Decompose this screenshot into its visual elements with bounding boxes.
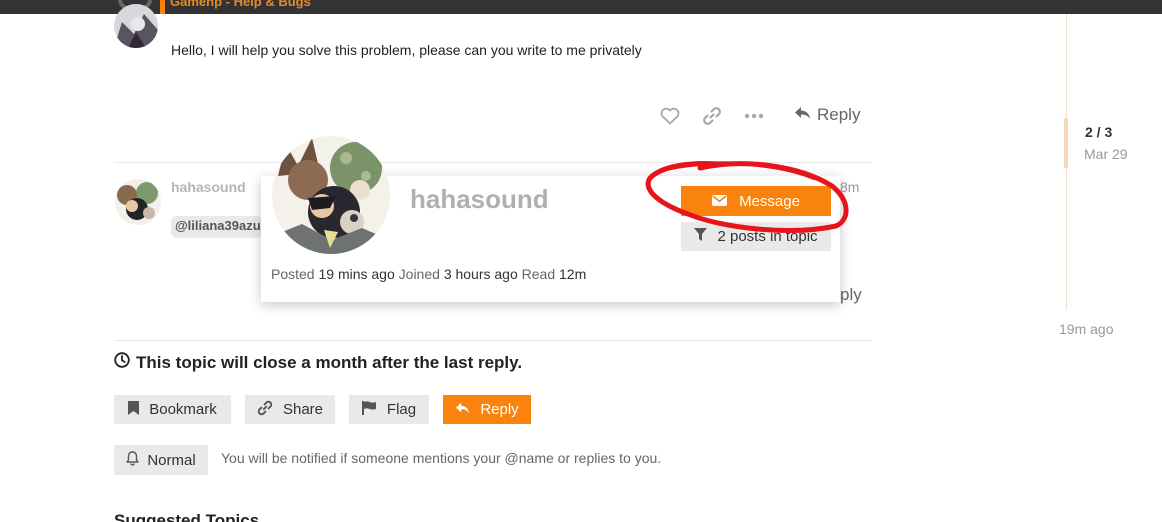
topic-reply-button[interactable]: Reply — [443, 395, 531, 424]
read-label: Read — [521, 266, 556, 282]
timeline-handle[interactable] — [1064, 118, 1068, 168]
user-card-avatar[interactable] — [272, 136, 390, 254]
post-username[interactable]: hahasound — [171, 179, 246, 195]
envelope-icon — [712, 193, 728, 210]
read-value: 12m — [559, 266, 587, 282]
flag-button[interactable]: Flag — [349, 395, 429, 424]
bookmark-button[interactable]: Bookmark — [114, 395, 231, 424]
category-color-badge — [160, 0, 165, 14]
link-icon — [257, 400, 273, 420]
user-mention[interactable]: @liliana39azu — [171, 216, 263, 238]
post-author-avatar[interactable] — [115, 179, 161, 225]
bell-icon — [126, 450, 140, 470]
joined-value: 3 hours ago — [443, 266, 518, 282]
notification-level-button[interactable]: Normal — [114, 445, 208, 475]
link-icon[interactable] — [701, 106, 723, 126]
flag-label: Flag — [386, 401, 417, 418]
post-body-text: Hello, I will help you solve this proble… — [171, 42, 642, 58]
share-button[interactable]: Share — [245, 395, 335, 424]
posted-label: Posted — [271, 266, 315, 282]
timeline-last-activity[interactable]: 19m ago — [1059, 321, 1113, 337]
site-header: Gamehp - Help & Bugs — [0, 0, 1162, 14]
reply-arrow-icon — [794, 105, 811, 125]
reply-label: Reply — [817, 105, 861, 124]
heart-icon[interactable] — [659, 106, 681, 126]
joined-label: Joined — [398, 266, 440, 282]
flag-icon — [361, 400, 377, 419]
category-breadcrumb[interactable]: Gamehp - Help & Bugs — [170, 0, 311, 9]
topic-reply-label: Reply — [480, 401, 519, 418]
ellipsis-icon[interactable] — [743, 106, 765, 126]
posted-value: 19 mins ago — [318, 266, 395, 282]
post-divider — [114, 162, 872, 163]
notification-level-label: Normal — [147, 451, 196, 469]
topic-footer-divider — [114, 340, 872, 341]
filter-posts-button[interactable]: 2 posts in topic — [681, 222, 831, 251]
share-label: Share — [282, 401, 324, 418]
suggested-topics-heading: Suggested Topics — [114, 511, 260, 522]
topic-close-notice: This topic will close a month after the … — [114, 352, 522, 373]
user-card-stats: Posted 19 mins ago Joined 3 hours ago Re… — [271, 266, 586, 282]
message-label: Message — [739, 192, 800, 210]
post-reply-button[interactable]: ply — [840, 285, 862, 305]
bookmark-label: Bookmark — [149, 401, 217, 418]
filter-posts-label: 2 posts in topic — [717, 228, 818, 245]
close-notice-text: This topic will close a month after the … — [136, 352, 523, 372]
timeline-position: 2 / 3 — [1085, 124, 1113, 140]
user-card-username[interactable]: hahasound — [410, 184, 549, 215]
reply-arrow-icon — [455, 401, 470, 418]
timeline-date: Mar 29 — [1084, 146, 1128, 162]
notification-description: You will be notified if someone mentions… — [221, 450, 662, 466]
message-button[interactable]: Message — [681, 186, 831, 216]
bookmark-icon — [128, 400, 140, 419]
post-author-avatar[interactable] — [114, 4, 158, 48]
clock-icon — [114, 352, 130, 373]
post-age[interactable]: 8m — [840, 179, 859, 195]
post-reply-button[interactable]: Reply — [794, 105, 860, 125]
filter-icon — [694, 227, 708, 246]
